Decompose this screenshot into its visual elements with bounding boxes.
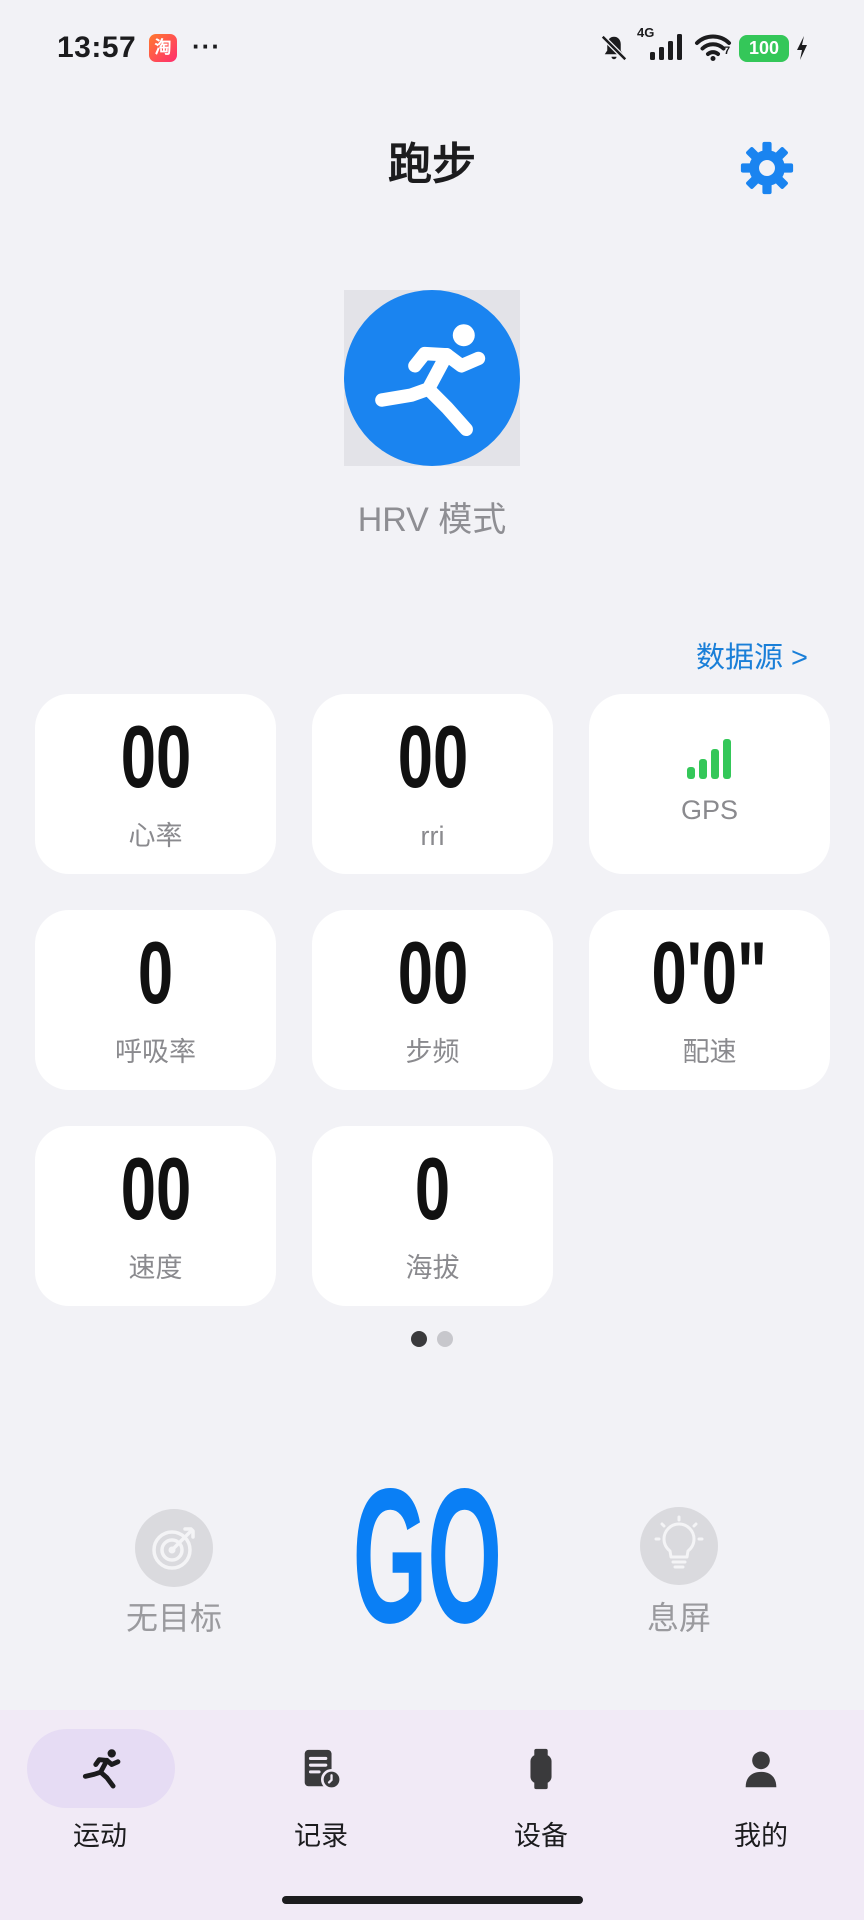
status-bar: 13:57 淘 ··· 4G 7 100 — [0, 0, 864, 96]
lightbulb-icon — [640, 1507, 718, 1585]
cellular-signal-icon — [650, 34, 682, 60]
data-source-link[interactable]: 数据源 > — [696, 640, 808, 676]
heart-rate-label: 心率 — [128, 821, 183, 851]
taobao-icon: 淘 — [149, 34, 177, 62]
more-notifications-indicator: ··· — [192, 31, 221, 61]
altitude-value: 0 — [414, 1139, 451, 1238]
speed-value: 00 — [120, 1139, 191, 1238]
tab-sport[interactable]: 运动 — [0, 1710, 200, 1870]
charging-bolt-icon — [797, 36, 807, 60]
mode-selector[interactable] — [344, 290, 520, 466]
altitude-label: 海拔 — [405, 1253, 460, 1283]
running-icon — [375, 324, 486, 437]
goal-button[interactable]: 无目标 — [74, 1509, 274, 1639]
page-dot-active — [411, 1331, 427, 1347]
home-indicator — [282, 1896, 583, 1904]
go-label: GO — [352, 1448, 502, 1663]
metric-value-wrap: 00 — [312, 929, 553, 1017]
gps-signal-icon — [687, 739, 731, 779]
record-icon — [304, 1749, 343, 1791]
tab-profile[interactable]: 我的 — [661, 1710, 861, 1870]
running-icon — [82, 1749, 121, 1789]
metric-card-altitude: 0 海拔 — [312, 1126, 553, 1306]
metric-card-gps: GPS — [589, 694, 830, 874]
respiration-label: 呼吸率 — [115, 1037, 196, 1067]
cadence-value: 00 — [397, 923, 468, 1022]
metric-card-cadence: 00 步频 — [312, 910, 553, 1090]
metric-value-wrap: 00 — [35, 713, 276, 801]
pace-value: 0'0" — [651, 923, 768, 1022]
cadence-label: 步频 — [405, 1037, 460, 1067]
goal-label: 无目标 — [125, 1600, 222, 1636]
metric-value-wrap: 0 — [312, 1145, 553, 1233]
metric-value-wrap: 00 — [312, 713, 553, 801]
watch-icon — [530, 1748, 552, 1790]
wifi-badge: 7 — [724, 45, 731, 57]
tab-label: 记录 — [294, 1821, 348, 1851]
screen-off-button[interactable]: 息屏 — [579, 1507, 779, 1639]
metric-card-heart-rate: 00 心率 — [35, 694, 276, 874]
bell-muted-icon — [600, 34, 628, 62]
target-icon — [135, 1509, 213, 1587]
rri-label: rri — [420, 821, 445, 851]
tab-label: 设备 — [514, 1821, 568, 1851]
speed-label: 速度 — [128, 1253, 183, 1283]
metrics-grid: 00 心率 00 rri GPS 0 呼吸率 00 步频 0'0" 配速 00 … — [35, 694, 830, 1306]
tab-label: 我的 — [734, 1821, 788, 1851]
metric-value-wrap: 0'0" — [589, 929, 830, 1017]
profile-icon — [745, 1751, 777, 1788]
page-title: 跑步 — [388, 140, 476, 189]
go-button[interactable]: GO — [277, 1460, 577, 1652]
mode-icon-circle — [344, 290, 520, 466]
respiration-value: 0 — [137, 923, 174, 1022]
metric-card-respiration: 0 呼吸率 — [35, 910, 276, 1090]
metric-value-wrap: 00 — [35, 1145, 276, 1233]
metric-card-speed: 00 速度 — [35, 1126, 276, 1306]
page-dot — [437, 1331, 453, 1347]
metric-card-pace: 0'0" 配速 — [589, 910, 830, 1090]
tab-label: 运动 — [73, 1821, 127, 1851]
metric-card-rri: 00 rri — [312, 694, 553, 874]
metric-value-wrap: 0 — [35, 929, 276, 1017]
screen-off-label: 息屏 — [646, 1600, 711, 1636]
rri-value: 00 — [397, 707, 468, 806]
gear-icon[interactable] — [738, 139, 796, 197]
tab-records[interactable]: 记录 — [221, 1710, 421, 1870]
mode-label: HRV 模式 — [357, 501, 507, 539]
pace-label: 配速 — [682, 1037, 737, 1067]
battery-indicator: 100 — [739, 35, 789, 62]
gps-label: GPS — [680, 795, 739, 825]
bottom-tab-bar: 运动 记录 设备 我的 — [0, 1710, 864, 1920]
tab-devices[interactable]: 设备 — [441, 1710, 641, 1870]
heart-rate-value: 00 — [120, 707, 191, 806]
status-time: 13:57 — [57, 31, 137, 64]
